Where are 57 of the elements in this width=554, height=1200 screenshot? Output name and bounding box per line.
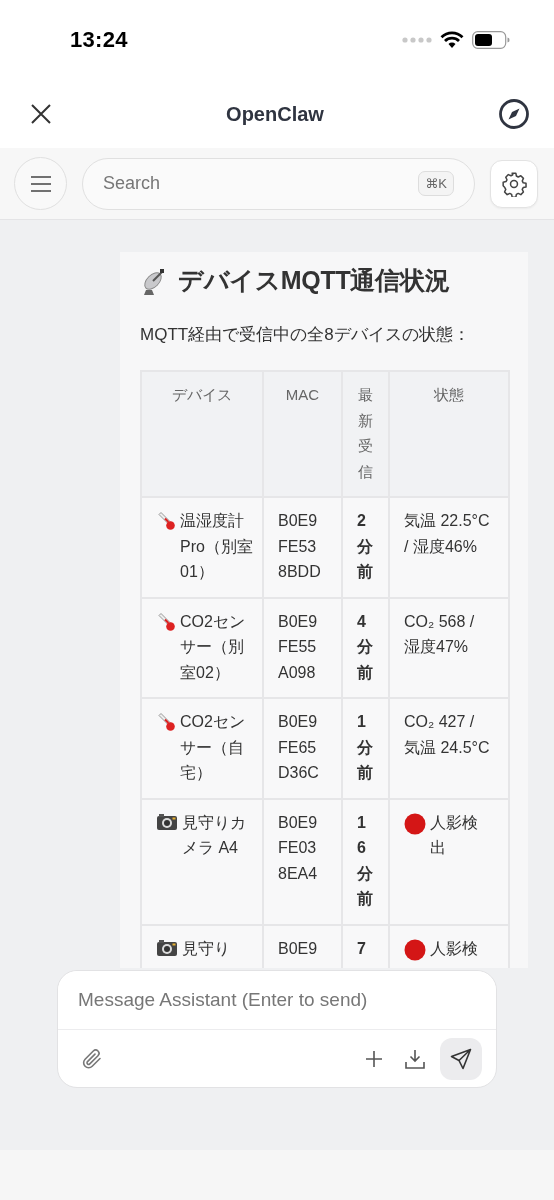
last-received-time: 16分前 bbox=[357, 812, 373, 909]
camera-icon bbox=[156, 812, 178, 831]
mac-address: B0E9 bbox=[278, 938, 319, 959]
download-button[interactable] bbox=[404, 1047, 426, 1070]
last-received-time: 1分前 bbox=[357, 712, 373, 783]
search-input[interactable]: Search bbox=[103, 173, 411, 194]
device-name: CO2センサー（別室02） bbox=[180, 611, 246, 683]
status-text: CO₂ 568 / 湿度47% bbox=[404, 611, 476, 657]
status-text: CO₂ 427 / 気温 24.5°C bbox=[404, 712, 491, 758]
download-icon bbox=[404, 1047, 426, 1070]
device-name: CO2センサー（自宅） bbox=[180, 712, 246, 783]
add-button[interactable] bbox=[364, 1048, 384, 1069]
status-text: 人影検 bbox=[430, 938, 478, 959]
mac-address: B0E9FE538BDD bbox=[278, 511, 322, 582]
close-button[interactable] bbox=[30, 103, 52, 125]
thermometer-icon bbox=[156, 511, 176, 531]
compass-icon bbox=[498, 98, 530, 130]
column-header: デバイス bbox=[172, 386, 232, 403]
app-title: OpenClaw bbox=[226, 102, 324, 126]
paperclip-icon bbox=[80, 1046, 104, 1071]
attach-button[interactable] bbox=[80, 1046, 104, 1071]
device-name: 見守りカメラ A4 bbox=[182, 812, 247, 858]
battery-icon bbox=[472, 31, 510, 49]
search-field[interactable]: Search ⌘K bbox=[82, 157, 475, 210]
status-text: 気温 22.5°C / 湿度46% bbox=[404, 511, 491, 557]
mac-address: B0E9FE55A098 bbox=[278, 611, 319, 683]
wifi-icon bbox=[440, 31, 464, 49]
device-name: 温湿度計Pro（別室01） bbox=[180, 511, 254, 582]
column-header: 状態 bbox=[434, 386, 464, 403]
camera-icon bbox=[156, 938, 178, 957]
message-intro: MQTT経由で受信中の全8デバイスの状態： bbox=[140, 324, 471, 346]
settings-button[interactable] bbox=[490, 159, 538, 208]
settings-icon bbox=[501, 170, 527, 197]
last-received-time: 2分前 bbox=[357, 511, 373, 582]
message-composer[interactable]: Message Assistant (Enter to send) bbox=[57, 970, 497, 1088]
message-input[interactable]: Message Assistant (Enter to send) bbox=[58, 971, 496, 1030]
device-name: 見守り bbox=[182, 938, 230, 959]
compass-button[interactable] bbox=[498, 98, 530, 130]
thermometer-icon bbox=[156, 611, 176, 632]
column-header: MAC bbox=[285, 386, 320, 403]
signal-icon bbox=[402, 37, 432, 43]
plus-icon bbox=[364, 1048, 384, 1069]
status-text: 人影検出 bbox=[430, 812, 479, 858]
send-button[interactable] bbox=[440, 1037, 482, 1080]
mac-address: B0E9FE038EA4 bbox=[278, 812, 319, 884]
menu-icon bbox=[29, 175, 52, 192]
message-title: デバイスMQTT通信状況 bbox=[178, 265, 450, 296]
shortcut-hint: ⌘K bbox=[418, 171, 454, 196]
last-received-time: 4分前 bbox=[357, 611, 373, 683]
thermometer-icon bbox=[156, 712, 176, 732]
column-header: 最新受信 bbox=[358, 385, 373, 482]
send-icon bbox=[450, 1047, 472, 1070]
menu-button[interactable] bbox=[14, 157, 67, 210]
mac-address: B0E9FE65D36C bbox=[278, 712, 320, 783]
close-icon bbox=[30, 103, 52, 125]
clock-time: 13:24 bbox=[70, 27, 128, 53]
last-received-time: 7 bbox=[357, 938, 367, 959]
